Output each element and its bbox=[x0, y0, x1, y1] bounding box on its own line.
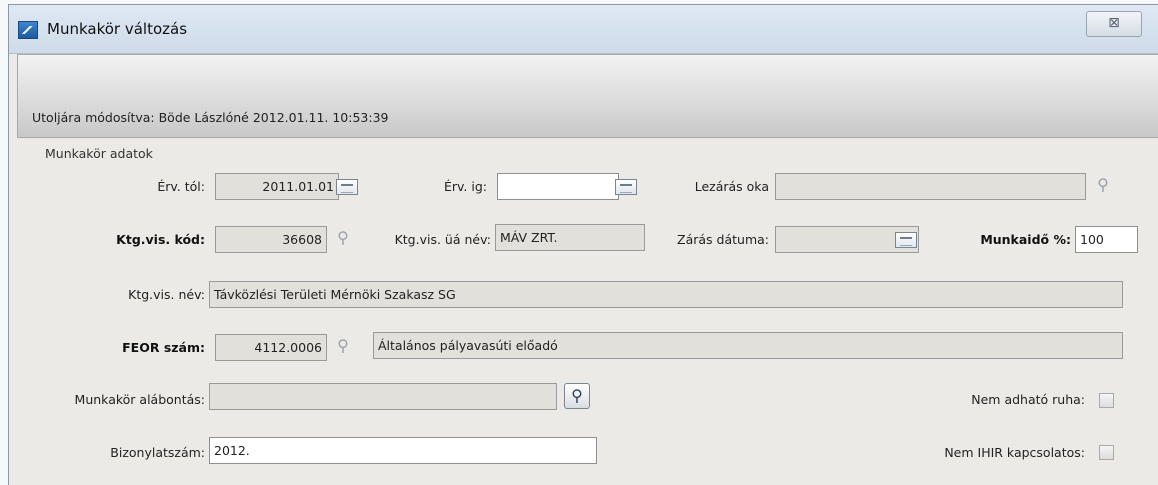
feor-szam-label: FEOR szám: bbox=[122, 340, 205, 355]
section-title: Munkakör adatok bbox=[45, 146, 153, 161]
close-button[interactable]: ⊠ bbox=[1086, 11, 1142, 37]
feor-description-field[interactable]: Általános pályavasúti előadó bbox=[373, 332, 1123, 359]
calendar-icon[interactable] bbox=[895, 232, 917, 248]
zaras-datuma-label: Zárás dátuma: bbox=[677, 232, 769, 247]
nem-adhato-ruha-checkbox[interactable] bbox=[1099, 393, 1114, 408]
ktg-vis-nev-label: Ktg.vis. név: bbox=[128, 287, 205, 302]
munkakor-alabontas-field[interactable] bbox=[209, 383, 557, 410]
erv-ig-field[interactable] bbox=[497, 173, 619, 200]
munkaido-field[interactable]: 100 bbox=[1075, 226, 1138, 253]
erv-ig-label: Érv. ig: bbox=[443, 179, 487, 194]
ktg-vis-kod-field[interactable]: 36608 bbox=[215, 226, 327, 253]
window-title: Munkakör változás bbox=[47, 20, 188, 38]
lezaras-oka-field[interactable] bbox=[775, 173, 1086, 200]
ktg-vis-nev-field[interactable]: Távközlési Területi Mérnöki Szakasz SG bbox=[209, 281, 1123, 308]
header-panel: Utoljára módosítva: Böde Lászlóné 2012.0… bbox=[17, 54, 1158, 138]
magnifier-icon[interactable]: ⚲ bbox=[564, 383, 590, 409]
ktg-vis-ua-nev-field[interactable]: MÁV ZRT. bbox=[495, 224, 645, 251]
ktg-vis-kod-label: Ktg.vis. kód: bbox=[116, 232, 205, 247]
lezaras-oka-label: Lezárás oka bbox=[694, 179, 769, 194]
dialog-window: Munkakör változás ⊠ Utoljára módosítva: … bbox=[8, 4, 1158, 485]
magnifier-icon[interactable]: ⚲ bbox=[330, 226, 356, 252]
erv-tol-field[interactable]: 2011.01.01 bbox=[215, 173, 339, 200]
title-bar: Munkakör változás ⊠ bbox=[9, 5, 1158, 54]
calendar-icon[interactable] bbox=[336, 179, 358, 195]
nem-adhato-ruha-label: Nem adható ruha: bbox=[971, 392, 1085, 407]
munkakor-alabontas-label: Munkakör alábontás: bbox=[74, 392, 205, 407]
app-window-icon bbox=[18, 21, 38, 39]
munkaido-label: Munkaidő %: bbox=[980, 232, 1071, 247]
bizonylatszam-label: Bizonylatszám: bbox=[110, 445, 205, 460]
ktg-vis-ua-nev-label: Ktg.vis. üá név: bbox=[394, 232, 491, 247]
bizonylatszam-field[interactable]: 2012. bbox=[209, 437, 597, 464]
magnifier-icon[interactable]: ⚲ bbox=[330, 334, 356, 360]
magnifier-icon[interactable]: ⚲ bbox=[1090, 173, 1116, 199]
nem-ihir-kapcsolatos-checkbox[interactable] bbox=[1099, 445, 1114, 460]
nem-ihir-kapcsolatos-label: Nem IHIR kapcsolatos: bbox=[944, 445, 1085, 460]
last-modified-text: Utoljára módosítva: Böde Lászlóné 2012.0… bbox=[32, 110, 389, 125]
erv-tol-label: Érv. tól: bbox=[157, 179, 205, 194]
feor-szam-field[interactable]: 4112.0006 bbox=[215, 334, 327, 361]
calendar-icon[interactable] bbox=[615, 179, 637, 195]
